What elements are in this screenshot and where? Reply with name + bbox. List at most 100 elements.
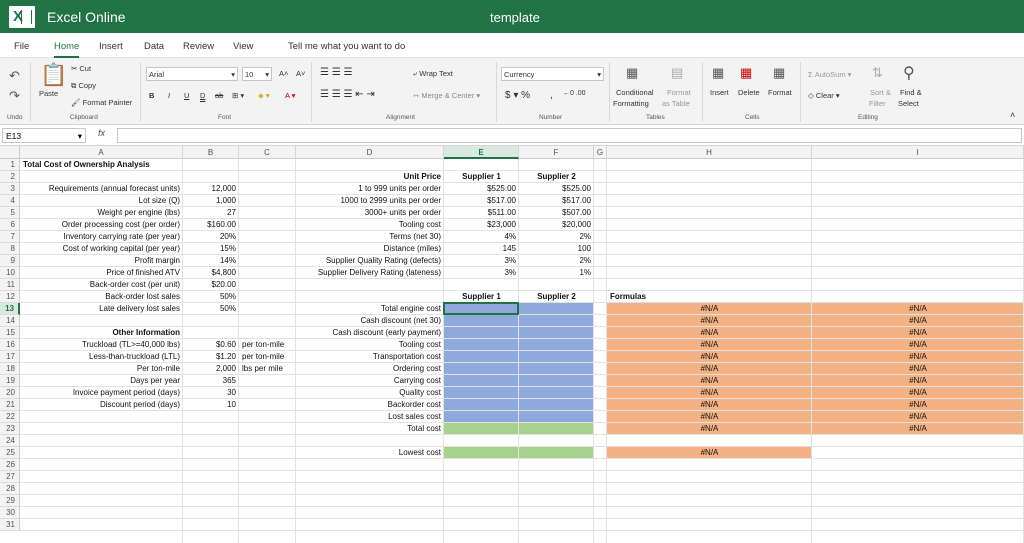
column-header-i[interactable]: I	[812, 146, 1024, 159]
cost-label[interactable]: Carrying cost	[394, 375, 441, 387]
price-label[interactable]: Supplier Quality Rating (defects)	[326, 255, 441, 267]
input-value[interactable]: 15%	[220, 243, 236, 255]
row-header-24[interactable]: 24	[0, 435, 20, 447]
row-header-6[interactable]: 6	[0, 219, 20, 231]
cost-label[interactable]: Ordering cost	[393, 363, 441, 375]
cost-label[interactable]: Cash discount (net 30)	[361, 315, 442, 327]
input-value[interactable]: $160.00	[207, 219, 236, 231]
row-header-16[interactable]: 16	[0, 339, 20, 351]
input-label[interactable]: Back-order lost sales	[105, 291, 180, 303]
price-label[interactable]: Tooling cost	[399, 219, 441, 231]
delete-cells-button[interactable]: Delete	[738, 88, 760, 97]
row-header-26[interactable]: 26	[0, 459, 20, 471]
menu-insert[interactable]: Insert	[99, 41, 123, 52]
clear-button[interactable]: ◇ Clear ▾	[808, 91, 840, 100]
sort-filter-label-1[interactable]: Sort &	[870, 88, 891, 97]
currency-icon[interactable]: $ ▾ %	[505, 90, 530, 101]
insert-cells-button[interactable]: Insert	[710, 88, 729, 97]
cost-label[interactable]: Transportation cost	[373, 351, 441, 363]
column-header-e[interactable]: E	[444, 146, 519, 159]
supplier1-value[interactable]: $525.00	[487, 183, 516, 195]
app-title[interactable]: Excel Online	[47, 9, 126, 25]
excel-logo-icon[interactable]: X	[9, 6, 35, 28]
supplier1-value[interactable]: 3%	[504, 267, 516, 279]
input-label[interactable]: Late delivery lost sales	[99, 303, 180, 315]
other-value[interactable]: $0.60	[216, 339, 236, 351]
bold-icon[interactable]: B	[149, 91, 154, 100]
sort-filter-icon[interactable]: ⇅	[872, 65, 883, 81]
formula-result-h[interactable]: #N/A	[607, 315, 812, 327]
supplier2-value[interactable]: $20,000	[562, 219, 591, 231]
input-label[interactable]: Inventory carrying rate (per year)	[64, 231, 181, 243]
supplier1-value[interactable]: 145	[503, 243, 516, 255]
supplier1-header[interactable]: Supplier 1	[444, 171, 519, 183]
input-label[interactable]: Lot size (Q)	[139, 195, 180, 207]
menu-review[interactable]: Review	[183, 41, 214, 52]
font-size-select[interactable]: 10 ▾	[242, 67, 272, 81]
document-title[interactable]: template	[490, 10, 540, 25]
price-label[interactable]: Distance (miles)	[384, 243, 441, 255]
other-unit[interactable]: per ton-mile	[242, 351, 284, 363]
formula-result-h[interactable]: #N/A	[607, 327, 812, 339]
align-top-icon[interactable]: ☰ ☰ ☰	[320, 67, 352, 78]
column-header-h[interactable]: H	[607, 146, 812, 159]
row-header-15[interactable]: 15	[0, 327, 20, 339]
formula-result-i[interactable]: #N/A	[812, 339, 1024, 351]
conditional-formatting-icon[interactable]: ▦	[626, 65, 638, 81]
formula-result-i[interactable]: #N/A	[812, 327, 1024, 339]
input-value[interactable]: 14%	[220, 255, 236, 267]
supplier2-value[interactable]: 2%	[579, 255, 591, 267]
find-select-icon[interactable]: ⚲	[903, 63, 915, 83]
formula-result-i[interactable]: #N/A	[812, 399, 1024, 411]
row-header-12[interactable]: 12	[0, 291, 20, 303]
find-select-label-1[interactable]: Find &	[900, 88, 922, 97]
other-info-header[interactable]: Other Information	[112, 327, 180, 339]
formula-result-i[interactable]: #N/A	[812, 351, 1024, 363]
input-value[interactable]: $20.00	[212, 279, 236, 291]
supplier2-value[interactable]: $507.00	[562, 207, 591, 219]
row-header-22[interactable]: 22	[0, 411, 20, 423]
row-header-28[interactable]: 28	[0, 483, 20, 495]
unit-price-header[interactable]: Unit Price	[404, 171, 441, 183]
other-label[interactable]: Per ton-mile	[137, 363, 180, 375]
column-header-f[interactable]: F	[519, 146, 594, 159]
price-label[interactable]: Terms (net 30)	[389, 231, 441, 243]
menu-file[interactable]: File	[14, 41, 29, 52]
supplier2-value[interactable]: 100	[578, 243, 591, 255]
menu-view[interactable]: View	[233, 41, 253, 52]
other-label[interactable]: Invoice payment period (days)	[73, 387, 180, 399]
row-header-4[interactable]: 4	[0, 195, 20, 207]
supplier2-value[interactable]: $525.00	[562, 183, 591, 195]
input-value[interactable]: 1,000	[216, 195, 236, 207]
sort-filter-label-2[interactable]: Filter	[869, 99, 886, 108]
italic-icon[interactable]: I	[168, 91, 170, 100]
row-header-8[interactable]: 8	[0, 243, 20, 255]
input-value[interactable]: 50%	[220, 303, 236, 315]
autosum-button[interactable]: Σ AutoSum ▾	[808, 70, 851, 79]
price-label[interactable]: 3000+ units per order	[365, 207, 441, 219]
supplier2-header[interactable]: Supplier 2	[519, 291, 594, 303]
input-label[interactable]: Weight per engine (lbs)	[97, 207, 180, 219]
price-label[interactable]: Supplier Delivery Rating (lateness)	[318, 267, 441, 279]
formula-result-h[interactable]: #N/A	[607, 303, 812, 315]
input-value[interactable]: 50%	[220, 291, 236, 303]
wrap-text-button[interactable]: ⤶ Wrap Text	[413, 69, 453, 79]
formula-result-i[interactable]: #N/A	[812, 411, 1024, 423]
column-header-a[interactable]: A	[20, 146, 183, 159]
row-header-1[interactable]: 1	[0, 159, 20, 171]
formula-result-h[interactable]: #N/A	[607, 399, 812, 411]
row-header-27[interactable]: 27	[0, 471, 20, 483]
other-label[interactable]: Truckload (TL>=40,000 lbs)	[82, 339, 180, 351]
font-name-select[interactable]: Arial ▾	[146, 67, 238, 81]
formula-result-i[interactable]: #N/A	[812, 387, 1024, 399]
column-header-c[interactable]: C	[239, 146, 296, 159]
function-icon[interactable]: fx	[98, 128, 105, 138]
merge-center-button[interactable]: ⇿ Merge & Center ▾	[413, 91, 480, 100]
cost-label[interactable]: Lost sales cost	[388, 411, 441, 423]
formula-result-h[interactable]: #N/A	[607, 375, 812, 387]
row-header-9[interactable]: 9	[0, 255, 20, 267]
row-header-19[interactable]: 19	[0, 375, 20, 387]
font-color-icon[interactable]: A ▾	[285, 91, 295, 100]
input-value[interactable]: 12,000	[212, 183, 236, 195]
menu-home[interactable]: Home	[54, 41, 80, 58]
